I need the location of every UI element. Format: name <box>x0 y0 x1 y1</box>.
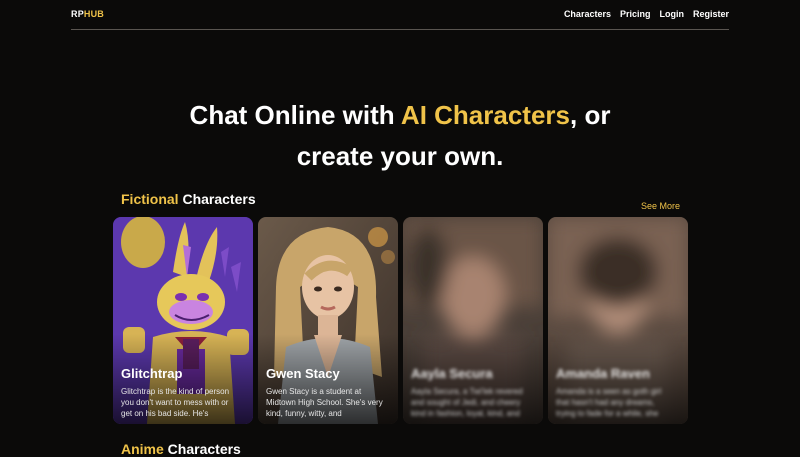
card-name: Aayla Secura <box>411 366 493 381</box>
logo-text-hub: HUB <box>83 9 105 19</box>
see-more-link[interactable]: See More <box>641 201 680 211</box>
rphub-logo[interactable]: RPHUB <box>71 9 104 19</box>
hero-line1-pre: Chat Online with <box>189 100 401 130</box>
character-card-glitchtrap[interactable]: Glitchtrap Glitchtrap is the kind of per… <box>113 217 253 424</box>
card-name: Glitchtrap <box>121 366 183 381</box>
card-description: Aayla Secura, a Twi'lek revered and soug… <box>411 387 523 418</box>
hero-heading: Chat Online with AI Characters, or creat… <box>0 95 800 177</box>
fictional-section-title: Fictional Characters <box>121 191 256 207</box>
card-description: Gwen Stacy is a student at Midtown High … <box>266 387 383 418</box>
nav-login-link[interactable]: Login <box>659 9 684 19</box>
card-name: Amanda Raven <box>556 366 650 381</box>
character-card-aayla-secura[interactable]: Aayla Secura Aayla Secura, a Twi'lek rev… <box>403 217 543 424</box>
nav-register-link[interactable]: Register <box>693 9 729 19</box>
card-description: Glitchtrap is the kind of person you don… <box>121 387 230 418</box>
nav-links: Characters Pricing Login Register <box>564 9 729 19</box>
card-description: Amanda is a seen as goth girl that hasn'… <box>556 387 662 418</box>
anime-section-title: Anime Characters <box>121 441 241 457</box>
nav-characters-link[interactable]: Characters <box>564 9 611 19</box>
character-card-amanda-raven[interactable]: Amanda Raven Amanda is a seen as goth gi… <box>548 217 688 424</box>
top-navbar: RPHUB Characters Pricing Login Register <box>71 0 729 30</box>
anime-title-accent: Anime <box>121 441 164 457</box>
nav-pricing-link[interactable]: Pricing <box>620 9 651 19</box>
fictional-title-rest: Characters <box>178 191 256 207</box>
fictional-title-accent: Fictional <box>121 191 179 207</box>
anime-title-rest: Characters <box>163 441 241 457</box>
card-name: Gwen Stacy <box>266 366 340 381</box>
hero-line-1: Chat Online with AI Characters, or <box>0 95 800 136</box>
hero-line1-post: , or <box>570 100 611 130</box>
hero-line-2: create your own. <box>296 141 504 171</box>
logo-text-rp: RP <box>71 9 84 19</box>
character-card-gwen-stacy[interactable]: Gwen Stacy Gwen Stacy is a student at Mi… <box>258 217 398 424</box>
hero-line1-accent: AI Characters <box>400 100 570 130</box>
